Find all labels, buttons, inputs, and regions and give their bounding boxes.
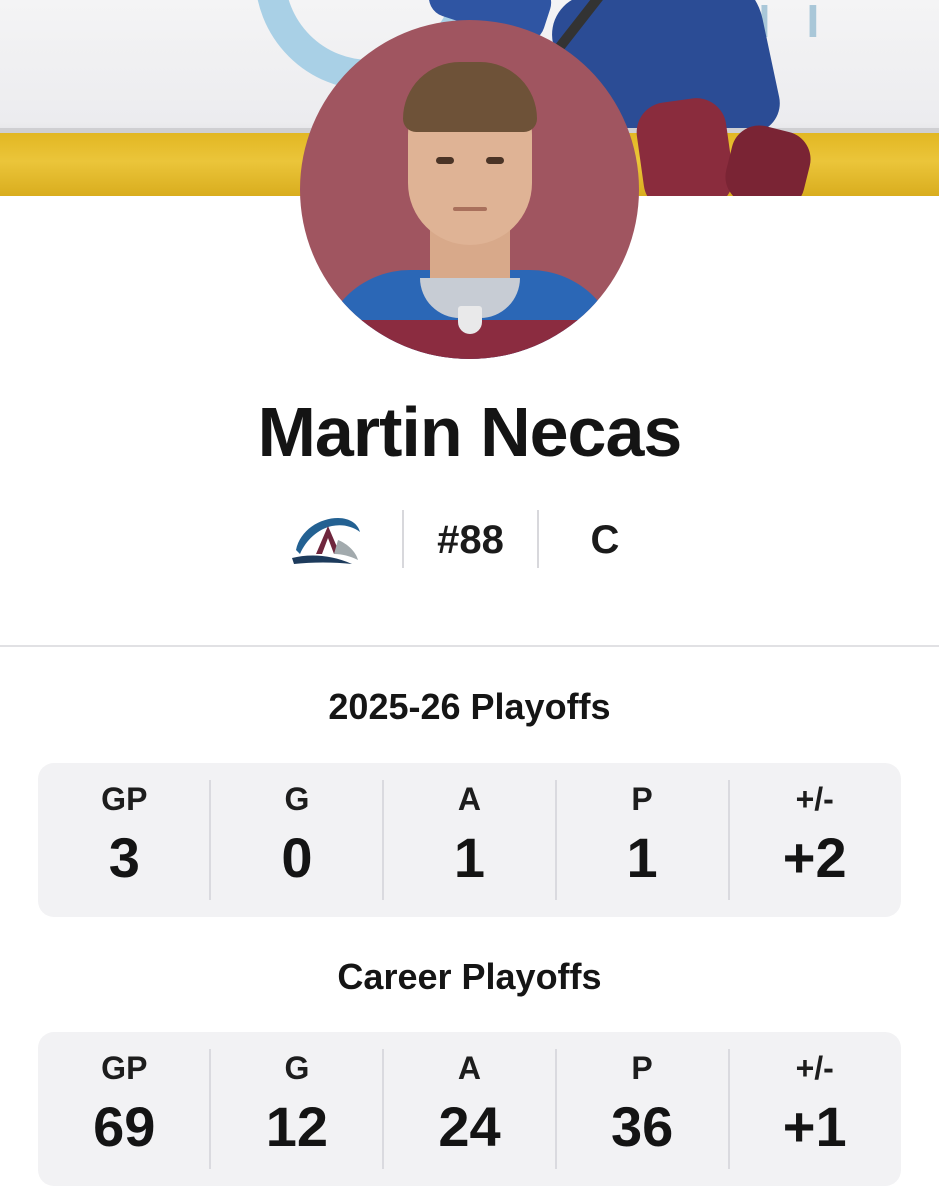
player-headshot-avatar: [300, 20, 639, 359]
stat-label: G: [284, 781, 310, 817]
stat-a: A 1: [383, 763, 556, 917]
section-divider: [0, 645, 939, 647]
season-playoffs-stats-card: GP 3 G 0 A 1 P 1 +/- +2: [38, 763, 901, 917]
stat-g: G 0: [211, 763, 384, 917]
career-playoffs-stats-card: GP 69 G 12 A 24 P 36 +/- +1: [38, 1032, 901, 1186]
avalanche-logo-icon[interactable]: [290, 510, 362, 568]
player-meta-row: #88 C: [0, 510, 939, 568]
stat-label: GP: [101, 1050, 148, 1086]
stat-p: P 1: [556, 763, 729, 917]
headshot-hair: [403, 62, 537, 132]
stat-value: 1: [453, 826, 486, 889]
stat-label: P: [631, 1050, 653, 1086]
player-name: Martin Necas: [257, 393, 683, 471]
player-position: C: [590, 518, 620, 562]
stat-a: A 24: [383, 1032, 556, 1186]
stat-value: +1: [782, 1095, 847, 1158]
stat-value: 3: [108, 826, 140, 889]
stat-value: 24: [438, 1095, 501, 1158]
jersey-number: #88: [437, 518, 504, 562]
stat-gp: GP 3: [38, 763, 211, 917]
stat-value: 36: [610, 1095, 674, 1158]
nhl-shield-icon: [458, 306, 482, 334]
season-playoffs-title: 2025-26 Playoffs: [328, 686, 611, 727]
stat-label: A: [457, 1050, 482, 1086]
stat-value: 1: [626, 826, 658, 889]
stat-label: +/-: [795, 781, 834, 817]
stat-label: A: [457, 781, 482, 817]
career-playoffs-title: Career Playoffs: [337, 956, 602, 997]
stat-plus-minus: +/- +2: [728, 763, 901, 917]
headshot-eye-left: [436, 157, 454, 164]
headshot-eye-right: [486, 157, 504, 164]
stat-value: 69: [93, 1095, 156, 1158]
stat-label: P: [631, 781, 653, 817]
stat-g: G 12: [211, 1032, 384, 1186]
stat-value: 12: [265, 1095, 329, 1158]
stat-gp: GP 69: [38, 1032, 211, 1186]
stat-p: P 36: [556, 1032, 729, 1186]
stat-label: +/-: [795, 1050, 834, 1086]
stat-value: 0: [281, 826, 313, 889]
stat-label: GP: [101, 781, 148, 817]
stat-label: G: [284, 1050, 310, 1086]
headshot-mouth: [453, 207, 487, 211]
stat-value: +2: [782, 826, 847, 889]
stat-plus-minus: +/- +1: [728, 1032, 901, 1186]
